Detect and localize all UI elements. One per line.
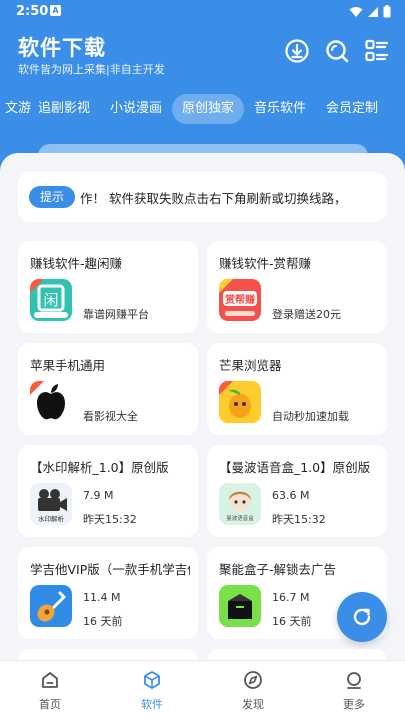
app-update-time: 16 天前 [83,615,123,628]
app-card-qxz[interactable]: 赚钱软件-趣闲赚 闲 靠谱网赚平台 [18,241,198,333]
xianzhuan-app-icon: 闲 [30,279,72,321]
anime-girl-icon: 曼波语音盒 [219,483,261,525]
nav-label: 更多 [343,698,365,711]
status-time: 2:50 [16,4,49,19]
apple-icon [30,381,72,423]
software-icon [144,671,160,689]
status-bar: 2:50 A [0,0,405,24]
app-title: 芒果浏览器 [219,358,282,373]
app-card-apple[interactable]: 苹果手机通用 看影视大全 [18,343,198,435]
guitar-icon [30,585,72,627]
nav-software[interactable]: 软件 [122,669,182,717]
search-icon [326,40,349,63]
box-icon [219,585,261,627]
app-card-mango[interactable]: 芒果浏览器 自动秒加速加载 [207,343,387,435]
tab-vip[interactable]: 会员定制 [316,94,388,124]
app-card-mambo[interactable]: 【曼波语音盒_1.0】原创版 曼波语音盒 63.6 M 昨天15:32 [207,445,387,537]
app-update-time: 昨天15:32 [272,513,326,526]
app-title: 学吉他VIP版（一款手机学吉他） [30,562,190,577]
refresh-button[interactable] [337,592,387,642]
signal-icon [368,6,378,17]
app-description: 自动秒加速加载 [272,410,349,423]
shangbang-app-icon: 赏帮赚 [219,279,261,321]
notification-icon: A [50,5,61,16]
category-tabs: 文游 追剧影视 小说漫画 原创独家 音乐软件 会员定制 [0,94,405,126]
app-title: 赚钱软件-赏帮赚 [219,256,312,271]
search-button[interactable] [324,38,350,64]
app-description: 靠谱网赚平台 [83,308,149,321]
app-size: 16.7 M [272,591,310,604]
app-update-time: 16 天前 [272,615,312,628]
app-description: 登录赠送20元 [272,308,341,321]
app-size: 63.6 M [272,489,310,502]
page-title: 软件下载 [18,36,106,60]
app-description: 看影视大全 [83,410,138,423]
app-update-time: 昨天15:32 [83,513,137,526]
nav-label: 发现 [242,698,264,711]
refresh-icon [353,608,371,626]
app-title: 聚能盒子-解锁去广告 [219,562,337,577]
download-button[interactable] [284,38,310,64]
mango-browser-icon [219,381,261,423]
app-card-guitar[interactable]: 学吉他VIP版（一款手机学吉他） 11.4 M 16 天前 [18,547,198,639]
notice-text: 作！ 软件获取失败点击右下角刷新或切换线路， [80,191,347,206]
nav-discover[interactable]: 发现 [223,669,283,717]
nav-more[interactable]: 更多 [324,669,384,717]
status-icons [349,5,391,18]
nav-home[interactable]: 首页 [20,669,80,717]
tab-original[interactable]: 原创独家 [172,94,244,124]
nav-label: 软件 [141,698,163,711]
compass-icon [244,671,262,689]
nav-label: 首页 [39,698,61,711]
home-icon [42,672,58,688]
app-size: 7.9 M [83,489,114,502]
svg-text:闲: 闲 [43,291,58,309]
notice-badge: 提示 [29,186,75,208]
page-subtitle: 软件皆为网上采集|非自主开发 [18,63,165,76]
wifi-icon [349,6,363,17]
more-icon [347,672,361,689]
video-camera-icon: 水印解析 [30,483,72,525]
list-menu-icon [365,39,389,62]
bottom-nav: 首页 软件 发现 更多 [0,660,405,720]
tab-drama[interactable]: 追剧影视 [28,94,100,124]
tab-music[interactable]: 音乐软件 [244,94,316,124]
download-icon [285,39,309,63]
app-icon-caption: 水印解析 [38,514,65,523]
app-icon-caption: 曼波语音盒 [226,514,254,522]
app-size: 11.4 M [83,591,121,604]
notice-bar: 提示 作！ 软件获取失败点击右下角刷新或切换线路， [18,172,387,222]
app-title: 苹果手机通用 [30,358,106,373]
app-card-sbz[interactable]: 赚钱软件-赏帮赚 赏帮赚 登录赠送20元 [207,241,387,333]
app-title: 【曼波语音盒_1.0】原创版 [219,460,371,475]
app-title: 【水印解析_1.0】原创版 [30,460,169,475]
app-card-watermark[interactable]: 【水印解析_1.0】原创版 水印解析 7.9 M 昨天15:32 [18,445,198,537]
category-menu-button[interactable] [364,38,390,64]
app-title: 赚钱软件-趣闲赚 [30,256,123,271]
tab-novel-comic[interactable]: 小说漫画 [100,94,172,124]
svg-text:赏帮赚: 赏帮赚 [225,293,255,306]
battery-icon [383,5,391,18]
